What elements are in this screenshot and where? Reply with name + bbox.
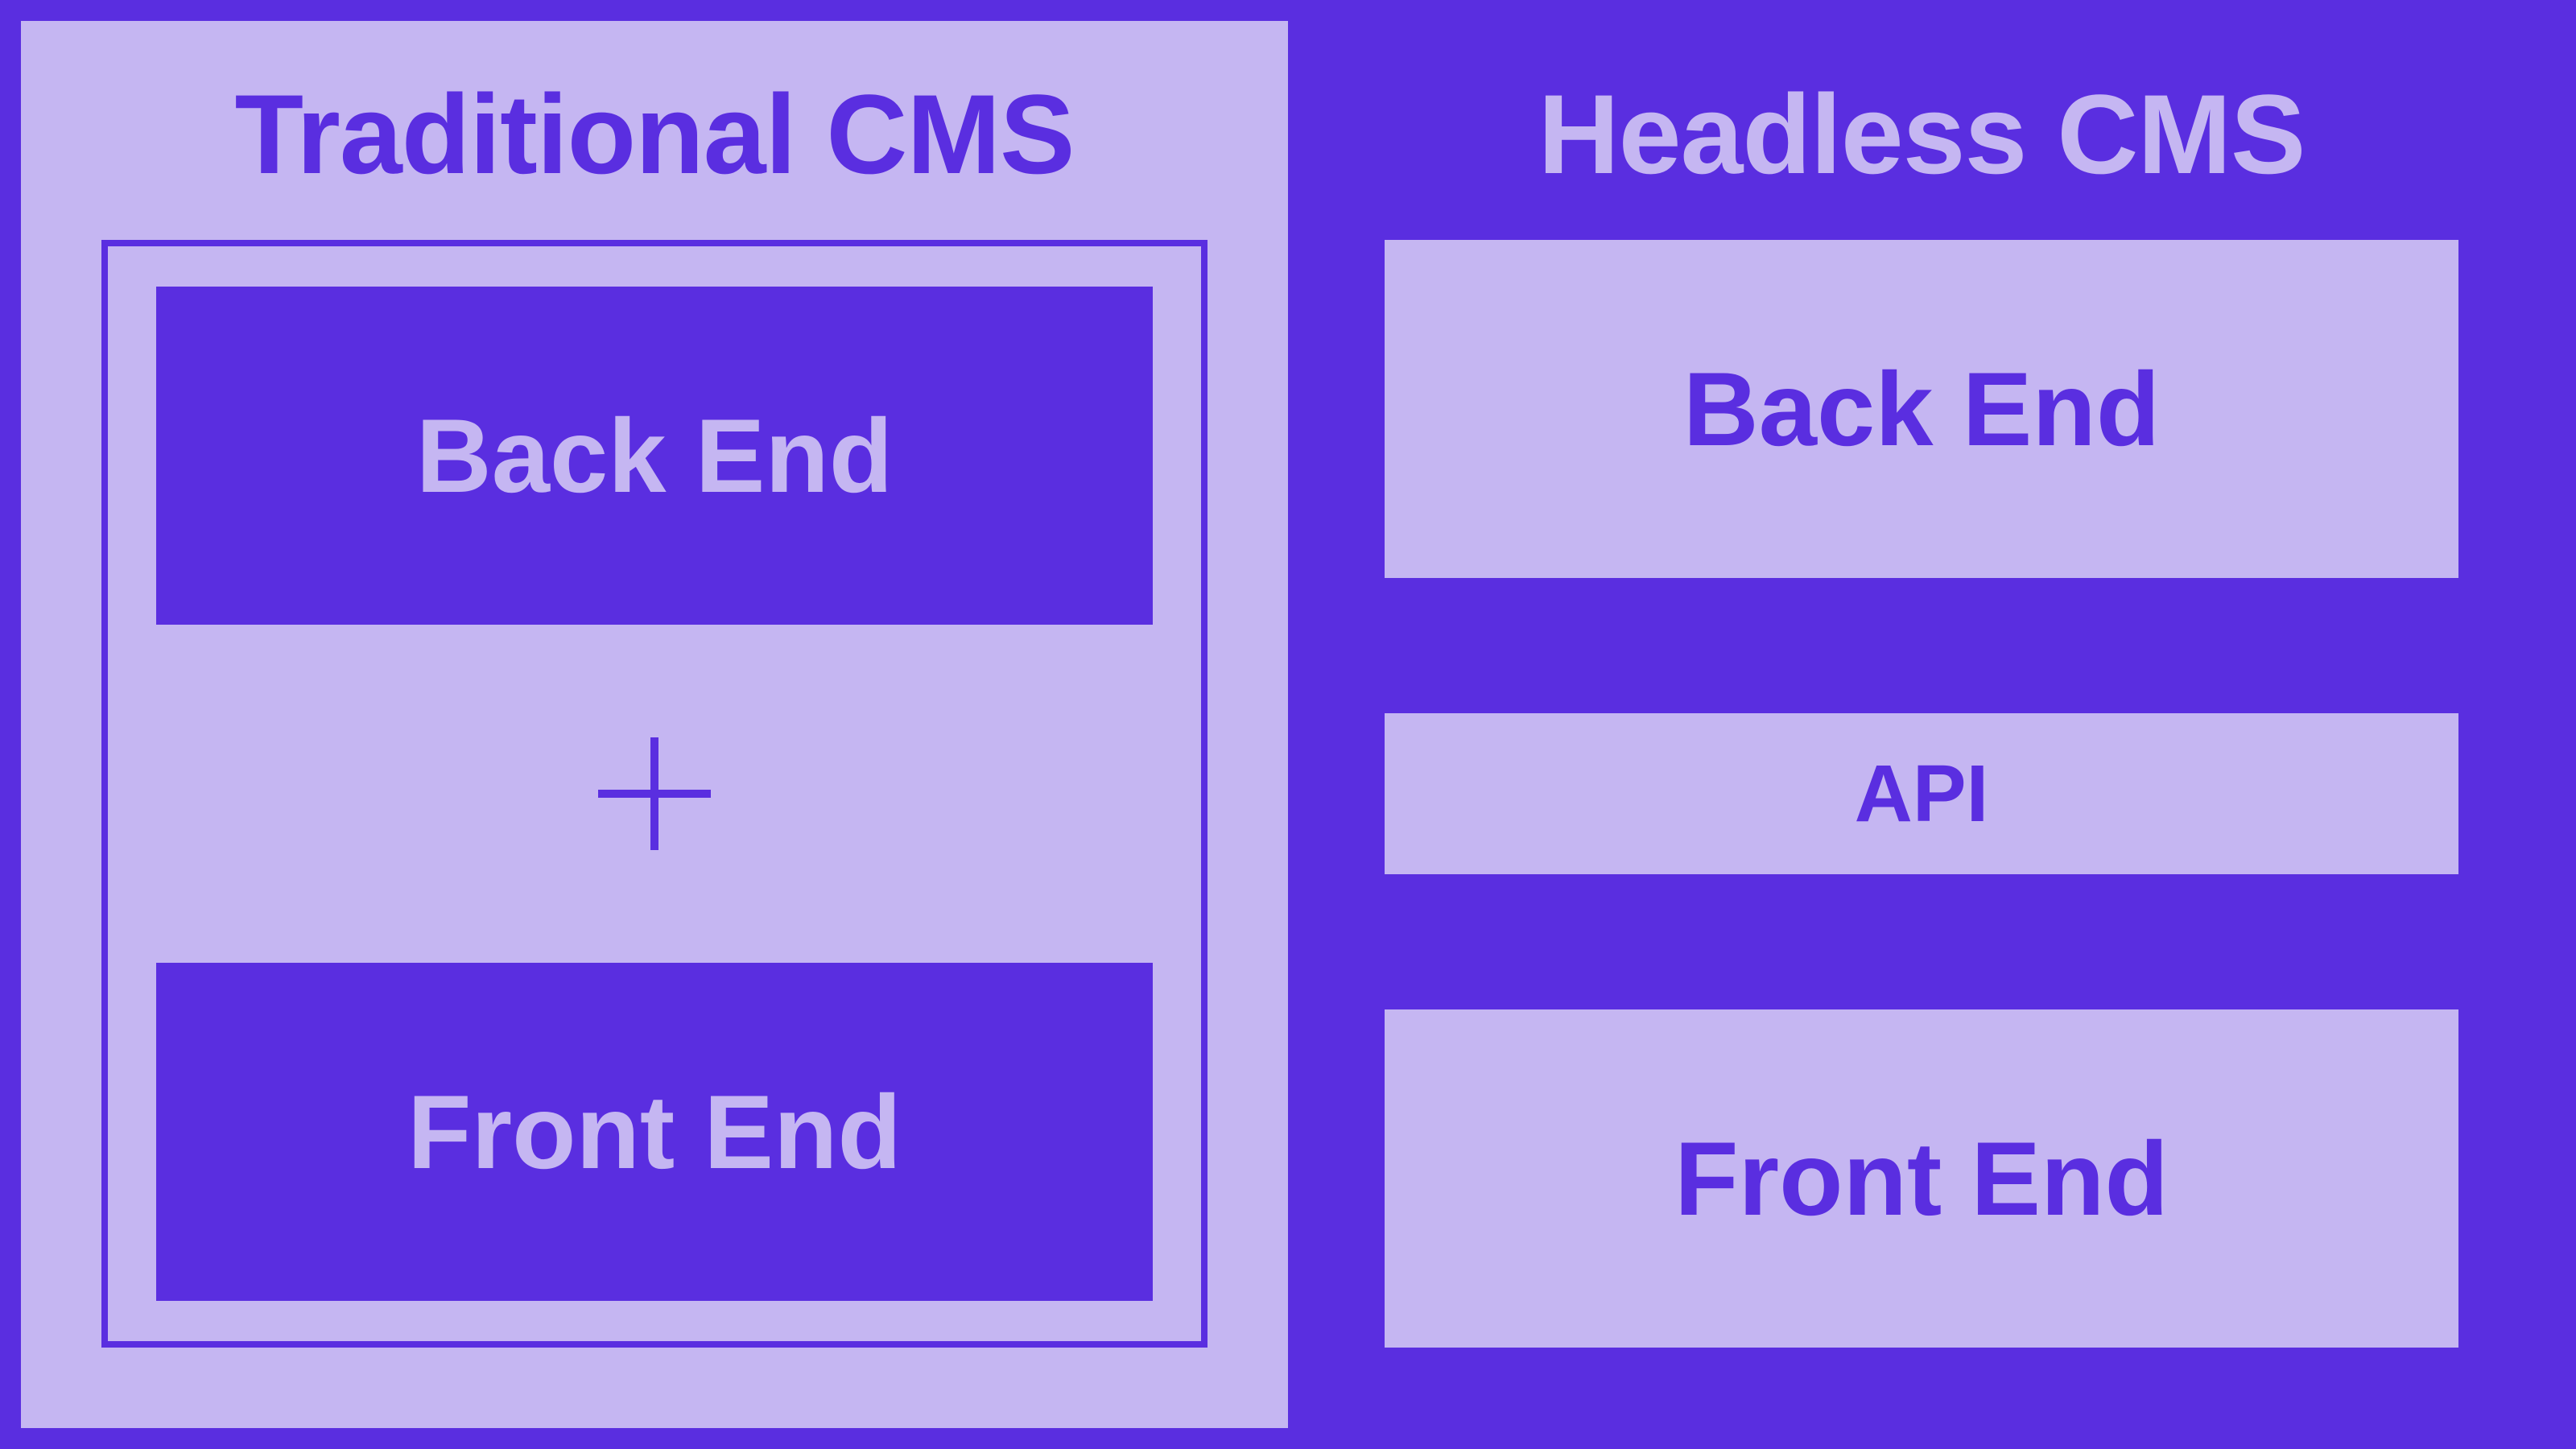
backend-box: Back End [1385,240,2458,578]
plus-icon [598,737,711,850]
api-box: API [1385,713,2458,874]
traditional-cms-panel: Traditional CMS Back End Front End [21,21,1288,1428]
frontend-box: Front End [156,963,1153,1301]
headless-title: Headless CMS [1538,69,2306,200]
traditional-title: Traditional CMS [235,69,1075,200]
plus-icon-wrap [598,729,711,858]
headless-cms-panel: Headless CMS Back End API Front End [1288,21,2555,1428]
backend-box: Back End [156,287,1153,625]
diagram-canvas: Traditional CMS Back End Front End Headl… [0,0,2576,1449]
headless-stack: Back End API Front End [1385,240,2458,1348]
traditional-bundle-box: Back End Front End [101,240,1208,1348]
frontend-box: Front End [1385,1009,2458,1348]
